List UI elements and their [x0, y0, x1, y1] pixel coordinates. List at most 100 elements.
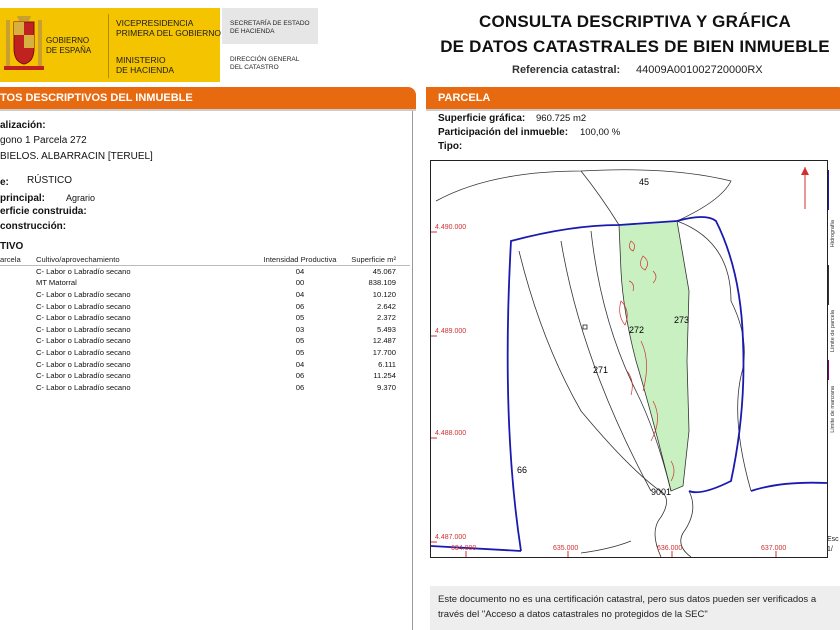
cell-area: 6.111 [378, 359, 396, 369]
main-use-label: principal: [0, 193, 46, 204]
cell-subparcel [0, 277, 36, 289]
participation-label: Participación del inmueble: [438, 127, 569, 138]
cadastral-map[interactable]: 45 272 273 271 66 9001 4.490.000 4.489.0… [430, 160, 828, 558]
cell-crop: C- Labor o Labradío secano [36, 324, 131, 334]
cell-area: 9.370 [376, 382, 396, 392]
cell-intensity: 06 [295, 371, 305, 381]
ministry-name: MINISTERIO DE HACIENDA [116, 55, 175, 75]
cell-subparcel [0, 358, 36, 370]
legend-block-label: Límite de manzana [830, 386, 836, 433]
cell-area: 12.487 [372, 336, 396, 346]
y-tick-label: 4.489.000 [435, 328, 466, 335]
scale-label: Esc [827, 536, 839, 543]
cell-subparcel [0, 370, 36, 382]
grid-tick-marks [431, 231, 777, 557]
construction-year-label: construcción: [0, 221, 67, 232]
cadastral-ref-label: Referencia catastral: [512, 64, 621, 76]
cell-subparcel [0, 300, 36, 312]
cell-area: 5.493 [376, 324, 396, 334]
map-svg: 45 272 273 271 66 9001 4.490.000 4.489.0… [431, 167, 827, 557]
cell-crop: C- Labor o Labradío secano [36, 290, 131, 300]
cell-intensity: 05 [295, 313, 305, 323]
parcel-boundary [580, 170, 620, 226]
direccion-general-name: DIRECCIÓN GENERAL DEL CATASTRO [230, 56, 300, 71]
col-header-subparcel: arcela [0, 255, 21, 265]
legend-parcel-swatch [828, 265, 829, 305]
secretaria-name: SECRETARÍA DE ESTADO DE HACIENDA [230, 20, 310, 35]
y-tick-label: 4.487.000 [435, 534, 466, 541]
participation-value: 100,00 % [580, 127, 621, 138]
building-marker [582, 324, 588, 330]
descriptive-data-header: TOS DESCRIPTIVOS DEL INMUEBLE [0, 87, 416, 109]
table-header-row: arcela Cultivo/aprovechamiento Intensida… [0, 254, 396, 266]
cell-intensity: 03 [295, 324, 305, 334]
table-row: C- Labor o Labradío secano 04 45.067 [0, 266, 396, 278]
north-arrow-icon [801, 167, 809, 209]
table-row: C- Labor o Labradío secano 06 11.254 [0, 370, 396, 382]
table-row: C- Labor o Labradío secano 04 10.120 [0, 289, 396, 301]
parcel-label: 45 [639, 177, 649, 187]
gov-name: GOBIERNO DE ESPAÑA [46, 36, 92, 55]
cell-intensity: 04 [295, 359, 305, 369]
cultivation-table: arcela Cultivo/aprovechamiento Intensida… [0, 254, 396, 393]
header-shadow [426, 109, 840, 111]
x-tick-label: 637.000 [761, 545, 786, 552]
type-label: Tipo: [438, 141, 463, 152]
cell-area: 45.067 [372, 266, 396, 276]
main-use-value: Agrario [66, 193, 96, 203]
parcel-label: 271 [593, 365, 608, 375]
cell-crop: C- Labor o Labradío secano [36, 266, 131, 276]
x-tick-label: 636.000 [657, 545, 682, 552]
table-row: C- Labor o Labradío secano 05 2.372 [0, 312, 396, 324]
cell-area: 2.642 [376, 301, 396, 311]
cell-subparcel [0, 335, 36, 347]
cell-subparcel [0, 324, 36, 336]
cell-subparcel [0, 266, 36, 278]
cell-area: 10.120 [372, 290, 396, 300]
cell-subparcel [0, 347, 36, 359]
cell-crop: C- Labor o Labradío secano [36, 313, 131, 323]
cell-subparcel [0, 312, 36, 324]
cell-area: 2.372 [376, 313, 396, 323]
cell-intensity: 04 [295, 290, 305, 300]
table-row: C- Labor o Labradío secano 05 12.487 [0, 335, 396, 347]
col-header-crop: Cultivo/aprovechamiento [36, 255, 120, 265]
logo-divider [108, 14, 109, 78]
location-label: alización: [0, 120, 46, 131]
disclaimer-text: Este documento no es una certificación c… [438, 594, 817, 620]
table-row: C- Labor o Labradío secano 06 9.370 [0, 382, 396, 394]
table-row: MT Matorral 00 838.109 [0, 277, 396, 289]
page-title-line1: CONSULTA DESCRIPTIVA Y GRÁFICA [478, 12, 792, 31]
table-row: C- Labor o Labradío secano 05 17.700 [0, 347, 396, 359]
cell-crop: C- Labor o Labradío secano [36, 359, 131, 369]
parcel-boundary [435, 169, 732, 222]
cell-intensity: 06 [295, 301, 305, 311]
cell-area: 11.254 [373, 371, 396, 381]
location-line1: gono 1 Parcela 272 [0, 135, 87, 146]
legend-parcel-label: Límite de parcela [830, 310, 836, 353]
cell-intensity: 04 [295, 266, 305, 276]
cell-intensity: 05 [295, 348, 305, 358]
cell-area: 838.109 [368, 278, 396, 288]
table-row: C- Labor o Labradío secano 03 5.493 [0, 324, 396, 336]
col-header-intensity: Intensidad Productiva [263, 255, 337, 265]
x-tick-label: 635.000 [553, 545, 578, 552]
class-value: RÚSTICO [27, 175, 72, 186]
built-area-label: erficie construida: [0, 206, 87, 217]
parcel-boundary [580, 540, 632, 554]
col-header-area: Superficie m² [351, 255, 396, 265]
cadastral-ref-value: 44009A001002720000RX [636, 64, 763, 76]
legend-hydro-swatch [828, 170, 829, 210]
parcel-label: 273 [674, 315, 689, 325]
legend-block-swatch [828, 360, 829, 380]
cell-crop: C- Labor o Labradío secano [36, 371, 131, 381]
cell-crop: C- Labor o Labradío secano [36, 336, 131, 346]
parcel-boundary [676, 220, 752, 492]
cell-intensity: 00 [295, 278, 305, 288]
blue-boundary-line [750, 481, 827, 492]
y-tick-label: 4.488.000 [435, 430, 466, 437]
graphic-surface-label: Superficie gráfica: [438, 113, 526, 124]
scale-value: 1/ [827, 546, 833, 553]
graphic-surface-value: 960.725 m2 [536, 113, 587, 124]
table-row: C- Labor o Labradío secano 04 6.111 [0, 358, 396, 370]
